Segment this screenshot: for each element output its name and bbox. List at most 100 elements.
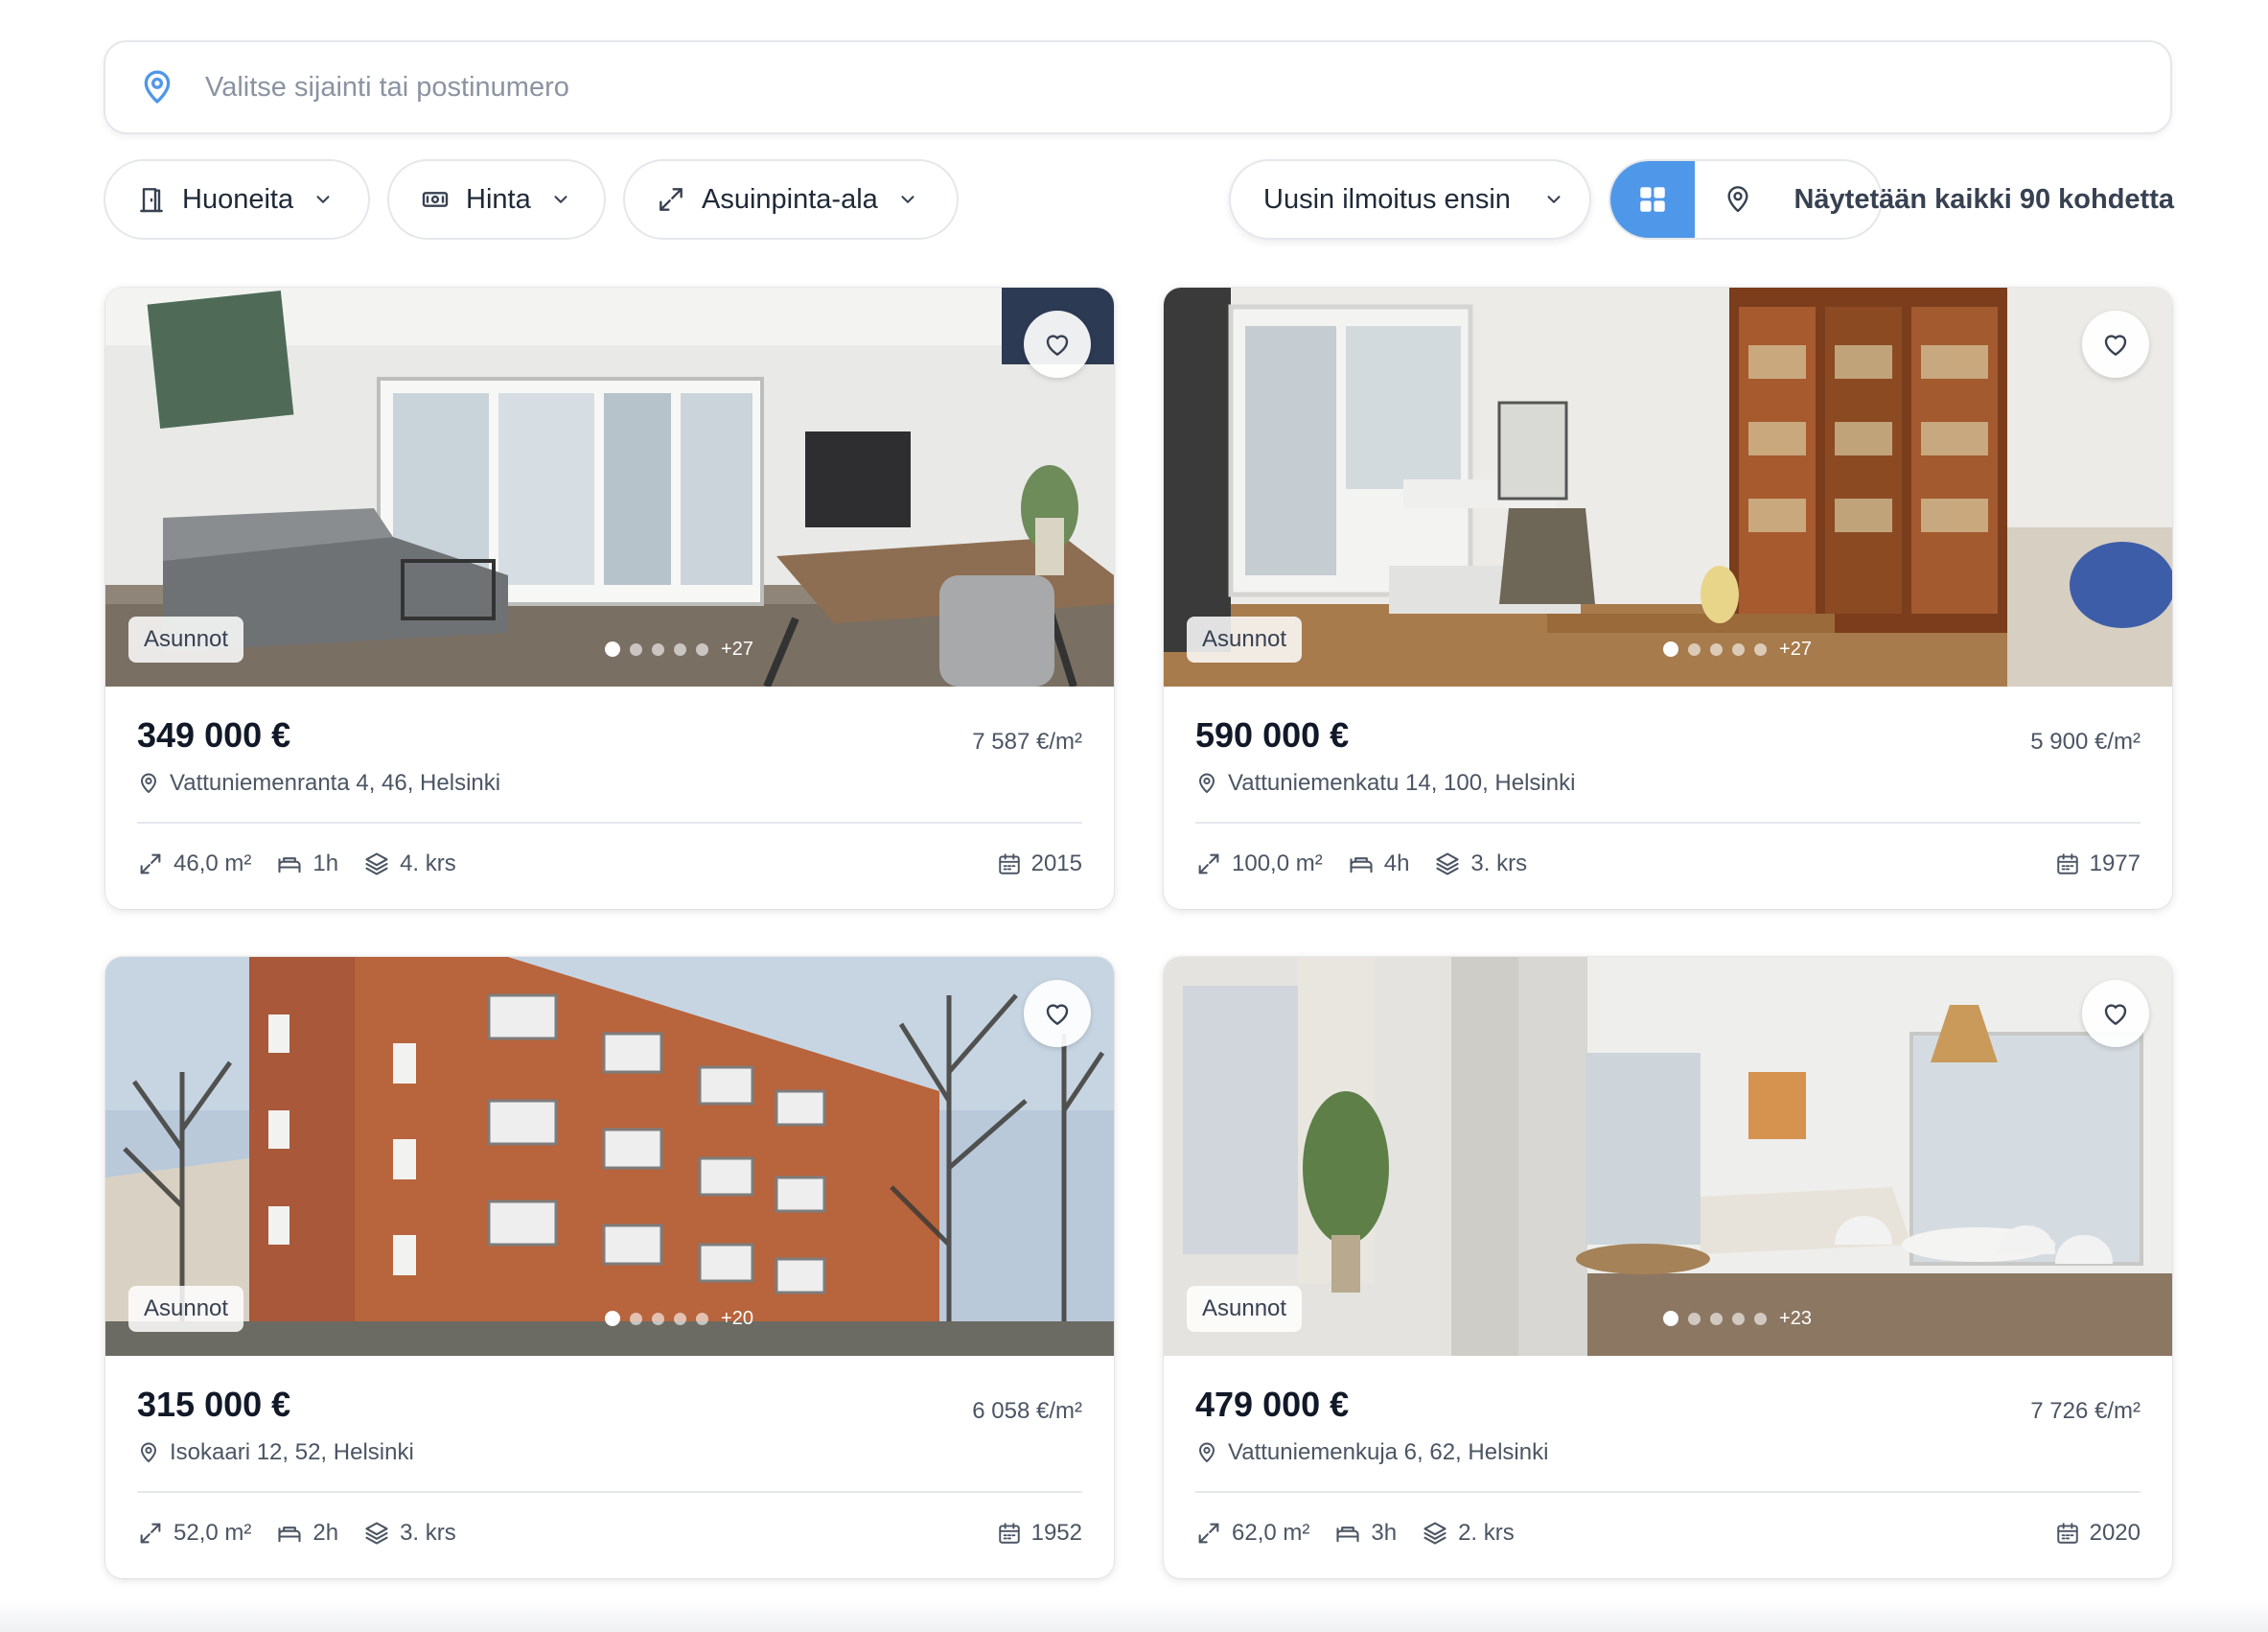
carousel-dot[interactable] xyxy=(1688,1312,1701,1325)
listing-price: 479 000 € xyxy=(1195,1385,1350,1424)
listing-card[interactable]: Asunnot +23 479 000 € 7 726 €/m² Vattuni… xyxy=(1164,957,2172,1578)
rooms-stat: 1h xyxy=(276,851,338,877)
carousel-dot[interactable] xyxy=(652,642,665,656)
location-pin-icon xyxy=(1199,1442,1215,1462)
year-value: 1977 xyxy=(2089,851,2141,876)
area-value: 46,0 m² xyxy=(174,851,252,876)
favorite-button[interactable] xyxy=(2082,311,2149,378)
calendar-icon xyxy=(998,853,1020,874)
listing-photo[interactable] xyxy=(105,288,1114,687)
floor-stat: 4. krs xyxy=(363,851,456,877)
sort-selected-label: Uusin ilmoitus ensin xyxy=(1263,183,1511,215)
bed-icon xyxy=(278,1527,301,1543)
carousel-dot[interactable] xyxy=(1732,1312,1746,1325)
photo-carousel-indicator: +20 xyxy=(105,1304,1114,1333)
carousel-dot[interactable] xyxy=(696,642,709,656)
area-stat: 100,0 m² xyxy=(1195,851,1323,877)
favorite-button[interactable] xyxy=(1024,311,1091,378)
carousel-dot-active[interactable] xyxy=(605,641,621,657)
expand-arrows-icon xyxy=(140,1523,161,1544)
area-filter-button[interactable]: Asuinpinta-ala xyxy=(623,159,959,240)
listing-address: Vattuniemenranta 4, 46, Helsinki xyxy=(137,770,500,797)
carousel-dot[interactable] xyxy=(1688,642,1701,656)
floor-value: 3. krs xyxy=(1470,851,1528,876)
rooms-filter-label: Huoneita xyxy=(182,183,294,215)
layers-icon xyxy=(365,1522,388,1545)
floor-value: 4. krs xyxy=(400,851,456,876)
carousel-dot[interactable] xyxy=(696,1312,709,1325)
price-per-m2: 7 587 €/m² xyxy=(972,729,1082,755)
year-value: 2015 xyxy=(1030,851,1082,876)
listing-price: 315 000 € xyxy=(137,1385,291,1424)
grid-icon xyxy=(1640,187,1665,212)
heart-icon xyxy=(1046,335,1069,356)
listing-photo[interactable] xyxy=(1164,957,2172,1356)
listing-card[interactable]: Asunnot +20 315 000 € 6 058 €/m² Isokaar… xyxy=(105,957,1114,1578)
banknote-icon xyxy=(422,192,449,207)
address-text: Vattuniemenkuja 6, 62, Helsinki xyxy=(1228,1439,1549,1465)
carousel-dot[interactable] xyxy=(1710,1312,1724,1325)
expand-arrows-icon xyxy=(1198,1523,1219,1544)
rooms-filter-button[interactable]: Huoneita xyxy=(104,159,370,240)
carousel-dot[interactable] xyxy=(1754,1312,1768,1325)
layers-icon xyxy=(1423,1522,1446,1545)
favorite-button[interactable] xyxy=(1024,980,1091,1047)
listing-stats: 62,0 m² 3h 2. krs xyxy=(1195,1517,1539,1550)
area-stat: 62,0 m² xyxy=(1195,1520,1309,1547)
carousel-dot-active[interactable] xyxy=(605,1311,621,1326)
living-room-photo xyxy=(105,288,1114,687)
calendar-icon xyxy=(2056,853,2078,874)
floor-value: 2. krs xyxy=(1458,1520,1515,1546)
bed-icon xyxy=(1336,1527,1359,1543)
rooms-value: 2h xyxy=(312,1520,339,1546)
address-text: Vattuniemenkatu 14, 100, Helsinki xyxy=(1228,770,1576,796)
price-filter-button[interactable]: Hinta xyxy=(387,159,606,240)
rooms-stat: 3h xyxy=(1334,1520,1397,1547)
area-value: 62,0 m² xyxy=(1232,1520,1310,1546)
listing-photo[interactable] xyxy=(1164,288,2172,687)
more-photos-count: +23 xyxy=(1779,1307,1812,1329)
map-view-button[interactable] xyxy=(1695,161,1781,238)
chevron-down-icon xyxy=(554,196,567,203)
sort-dropdown[interactable]: Uusin ilmoitus ensin xyxy=(1229,159,1591,240)
listing-photo[interactable] xyxy=(105,957,1114,1356)
carousel-dot[interactable] xyxy=(652,1312,665,1325)
building-exterior-photo xyxy=(105,957,1114,1356)
calendar-icon xyxy=(998,1523,1020,1544)
carousel-dot[interactable] xyxy=(1710,642,1724,656)
carousel-dot[interactable] xyxy=(630,642,643,656)
photo-carousel-indicator: +27 xyxy=(1164,635,2172,664)
more-photos-count: +27 xyxy=(721,638,753,660)
price-filter-label: Hinta xyxy=(466,183,531,215)
build-year: 2020 xyxy=(2055,1517,2141,1550)
favorite-button[interactable] xyxy=(2082,980,2149,1047)
rooms-value: 4h xyxy=(1383,851,1410,876)
carousel-dot[interactable] xyxy=(674,1312,687,1325)
listing-stats: 46,0 m² 1h 4. krs xyxy=(137,848,481,880)
grid-view-button[interactable] xyxy=(1610,161,1695,238)
bed-icon xyxy=(278,857,301,874)
rooms-value: 1h xyxy=(312,851,339,876)
listing-card[interactable]: Asunnot +27 590 000 € 5 900 €/m² Vattuni… xyxy=(1164,288,2172,909)
carousel-dot[interactable] xyxy=(630,1312,643,1325)
carousel-dot[interactable] xyxy=(1754,642,1768,656)
price-per-m2: 5 900 €/m² xyxy=(2030,729,2141,755)
heart-icon xyxy=(2104,1004,2127,1025)
carousel-dot[interactable] xyxy=(1732,642,1746,656)
carousel-dot[interactable] xyxy=(674,642,687,656)
heart-icon xyxy=(1046,1004,1069,1025)
build-year: 2015 xyxy=(997,848,1082,880)
location-search[interactable] xyxy=(104,40,2172,134)
listing-card[interactable]: Asunnot +27 349 000 € 7 587 €/m² Vattuni… xyxy=(105,288,1114,909)
carousel-dot-active[interactable] xyxy=(1663,1311,1679,1326)
year-value: 1952 xyxy=(1030,1520,1082,1546)
carousel-dot-active[interactable] xyxy=(1663,641,1679,657)
rooms-stat: 2h xyxy=(276,1520,338,1547)
chevron-down-icon xyxy=(901,196,914,203)
location-pin-icon xyxy=(141,773,156,793)
expand-arrows-icon xyxy=(1198,853,1219,874)
photo-carousel-indicator: +23 xyxy=(1164,1304,2172,1333)
expand-arrows-icon xyxy=(140,853,161,874)
price-per-m2: 6 058 €/m² xyxy=(972,1398,1082,1424)
search-input[interactable] xyxy=(203,70,1932,105)
